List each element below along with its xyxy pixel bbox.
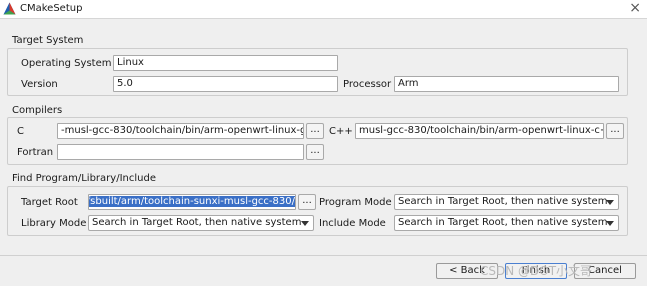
c-compiler-label: C xyxy=(17,126,24,137)
fortran-browse-button[interactable]: ... xyxy=(306,144,324,160)
processor-label: Processor xyxy=(343,79,392,90)
close-icon[interactable]: × xyxy=(629,0,641,16)
processor-input[interactable]: Arm xyxy=(394,76,619,92)
find-title: Find Program/Library/Include xyxy=(12,173,156,184)
library-mode-select[interactable]: Search in Target Root, then native syste… xyxy=(88,215,314,231)
chevron-down-icon xyxy=(606,200,614,205)
watermark: CSDN @DOT小文哥 xyxy=(480,264,593,278)
fortran-input[interactable] xyxy=(57,144,304,160)
fortran-label: Fortran xyxy=(17,147,54,158)
include-mode-select[interactable]: Search in Target Root, then native syste… xyxy=(394,215,619,231)
version-input[interactable]: 5.0 xyxy=(113,76,338,92)
library-mode-label: Library Mode xyxy=(21,218,87,229)
cmake-logo-icon xyxy=(3,2,16,15)
cxx-compiler-label: C++ xyxy=(329,126,353,137)
c-compiler-input[interactable]: -musl-gcc-830/toolchain/bin/arm-openwrt-… xyxy=(57,123,304,139)
version-label: Version xyxy=(21,79,58,90)
chevron-down-icon xyxy=(606,221,614,226)
target-root-browse-button[interactable]: ... xyxy=(298,194,316,210)
program-mode-select[interactable]: Search in Target Root, then native syste… xyxy=(394,194,619,210)
target-system-title: Target System xyxy=(12,35,84,46)
program-mode-label: Program Mode xyxy=(319,197,392,208)
target-root-input[interactable]: tfsbuilt/arm/toolchain-sunxi-musl-gcc-83… xyxy=(88,194,296,210)
compilers-title: Compilers xyxy=(12,105,63,116)
c-compiler-browse-button[interactable]: ... xyxy=(306,123,324,139)
window-title: CMakeSetup xyxy=(20,3,83,14)
include-mode-label: Include Mode xyxy=(319,218,386,229)
os-input[interactable]: Linux xyxy=(113,55,338,71)
cxx-compiler-input[interactable]: musl-gcc-830/toolchain/bin/arm-openwrt-l… xyxy=(355,123,604,139)
title-bar: CMakeSetup × xyxy=(0,0,647,18)
dialog-body: Target System Operating System Linux Ver… xyxy=(0,18,647,286)
footer-divider xyxy=(0,255,647,256)
chevron-down-icon xyxy=(301,221,309,226)
os-label: Operating System xyxy=(21,58,112,69)
cxx-compiler-browse-button[interactable]: ... xyxy=(606,123,624,139)
target-root-label: Target Root xyxy=(21,197,78,208)
